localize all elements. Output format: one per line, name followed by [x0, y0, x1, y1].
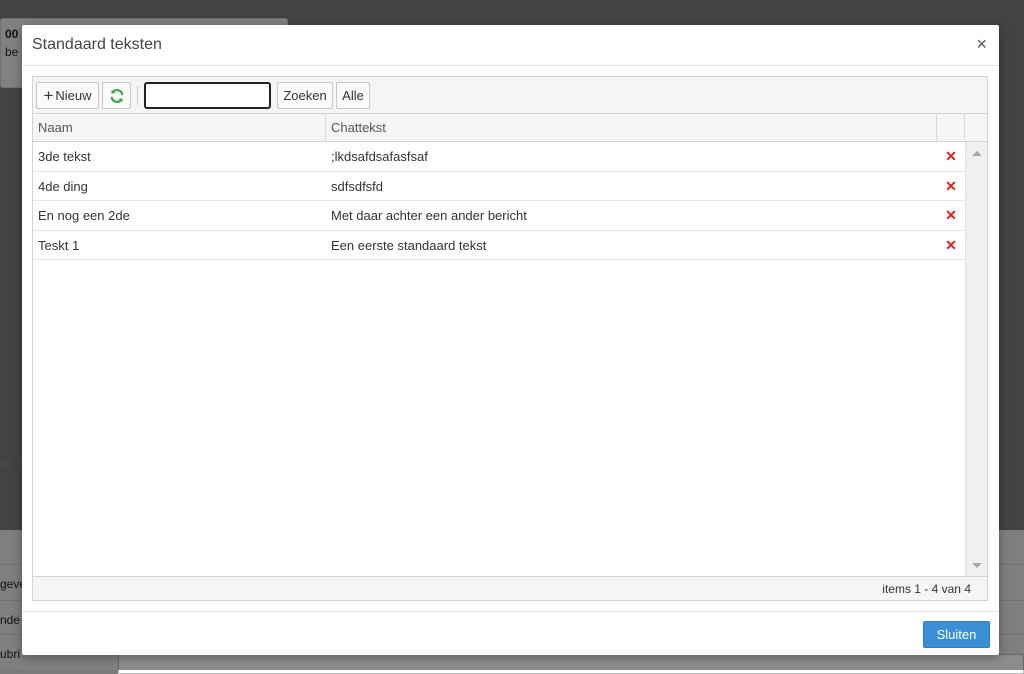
dialog-header: Standaard teksten × [22, 25, 999, 66]
cell-naam: Teskt 1 [38, 237, 80, 253]
grid-pager: items 1 - 4 van 4 [33, 576, 987, 600]
cell-chattekst: Een eerste standaard tekst [331, 237, 487, 253]
table-row[interactable]: 3de tekst ;lkdsafdsafasfsaf ✕ [33, 142, 965, 172]
cell-chattekst: sdfsdfsfd [331, 178, 384, 194]
new-button-label: Nieuw [55, 88, 92, 103]
plus-icon: + [43, 86, 54, 105]
cell-chattekst: ;lkdsafdsafasfsaf [331, 149, 428, 164]
table-row[interactable]: 4de ding sdfsdfsfd ✕ [33, 172, 965, 201]
grid-toolbar: + Nieuw Zoeken Alle [33, 77, 987, 114]
scroll-down-icon[interactable] [972, 563, 982, 568]
close-icon[interactable]: × [976, 34, 987, 54]
cell-chattekst: Met daar achter een ander bericht [331, 208, 527, 223]
standard-texts-dialog: Standaard teksten × + Nieuw Zoeken Alle [22, 25, 999, 655]
scroll-up-icon[interactable] [972, 151, 982, 156]
refresh-icon [110, 88, 123, 103]
toolbar-separator [137, 86, 138, 105]
new-button[interactable]: + Nieuw [36, 82, 99, 109]
table-body: 3de tekst ;lkdsafdsafasfsaf ✕ 4de ding s… [33, 142, 965, 577]
search-input[interactable] [144, 82, 271, 109]
dialog-title: Standaard teksten [32, 36, 162, 53]
table-row[interactable]: En nog een 2de Met daar achter een ander… [33, 201, 965, 231]
pager-info: items 1 - 4 van 4 [882, 582, 971, 596]
delete-icon[interactable]: ✕ [937, 142, 965, 171]
table-header: Naam Chattekst [33, 114, 987, 142]
cell-naam: En nog een 2de [38, 208, 130, 223]
cell-naam: 3de tekst [38, 149, 91, 164]
close-button[interactable]: Sluiten [923, 621, 990, 648]
refresh-button[interactable] [102, 82, 131, 109]
delete-icon[interactable]: ✕ [937, 201, 965, 230]
vertical-scrollbar[interactable] [965, 142, 987, 577]
column-header-naam[interactable]: Naam [33, 114, 326, 142]
column-header-chattekst[interactable]: Chattekst [326, 114, 937, 142]
dialog-footer: Sluiten [22, 611, 999, 655]
column-header-actions [937, 114, 965, 142]
texts-grid: + Nieuw Zoeken Alle Naam Chattekst 3de t… [32, 76, 988, 601]
table-row[interactable]: Teskt 1 Een eerste standaard tekst ✕ [33, 231, 965, 260]
cell-naam: 4de ding [38, 178, 88, 194]
show-all-button[interactable]: Alle [336, 82, 370, 109]
search-button[interactable]: Zoeken [277, 82, 333, 109]
delete-icon[interactable]: ✕ [937, 231, 965, 260]
delete-icon[interactable]: ✕ [937, 172, 965, 201]
